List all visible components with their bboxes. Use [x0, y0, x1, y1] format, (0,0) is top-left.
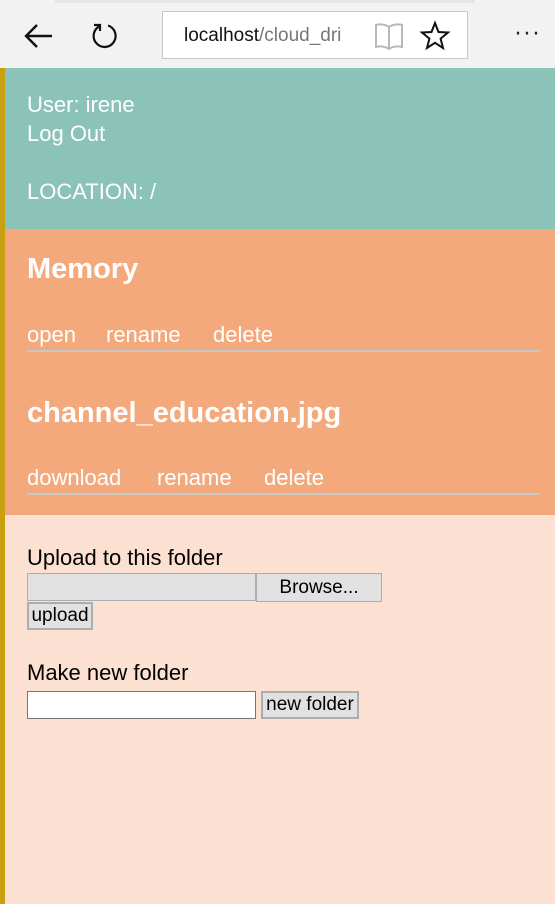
- rename-link[interactable]: rename: [157, 465, 232, 491]
- folder-name: Memory: [27, 253, 139, 285]
- upload-label: Upload to this folder: [27, 545, 223, 570]
- new-folder-label: Make new folder: [27, 660, 189, 685]
- back-arrow-icon: [24, 24, 52, 48]
- new-folder-button[interactable]: new folder: [261, 691, 359, 719]
- address-bar[interactable]: localhost/cloud_dri: [162, 11, 468, 59]
- more-menu-button[interactable]: ···: [505, 20, 551, 50]
- folder-tools: Upload to this folder Browse... upload M…: [5, 515, 555, 904]
- upload-button[interactable]: upload: [27, 602, 93, 630]
- file-actions: download rename delete: [27, 465, 540, 495]
- file-list: Memory channel_education.jpg open rename d…: [5, 229, 555, 515]
- download-link[interactable]: download: [27, 465, 121, 491]
- logout-link[interactable]: Log Out: [27, 121, 105, 147]
- rename-link[interactable]: rename: [106, 322, 181, 348]
- browse-button[interactable]: Browse...: [256, 573, 382, 602]
- back-button[interactable]: [16, 14, 60, 58]
- reading-view-icon[interactable]: [373, 21, 405, 51]
- delete-link[interactable]: delete: [213, 322, 273, 348]
- refresh-button[interactable]: [82, 14, 126, 58]
- url-text[interactable]: localhost/cloud_dri: [184, 24, 354, 48]
- new-folder-name-input[interactable]: [27, 691, 256, 719]
- delete-link[interactable]: delete: [264, 465, 324, 491]
- file-name: channel_education.jpg: [27, 397, 342, 429]
- page-content: User: irene Log Out LOCATION: / Memory c…: [5, 68, 555, 904]
- url-path: /cloud_dri: [259, 25, 342, 46]
- tab-strip: [55, 0, 475, 3]
- file-path-field[interactable]: [27, 573, 256, 601]
- refresh-icon: [92, 23, 117, 48]
- open-link[interactable]: open: [27, 322, 76, 348]
- folder-actions: open rename delete: [27, 322, 540, 352]
- browser-toolbar: localhost/cloud_dri ···: [0, 0, 555, 68]
- user-header: User: irene Log Out LOCATION: /: [5, 68, 555, 229]
- user-label: User: irene: [27, 92, 135, 117]
- url-host: localhost: [184, 25, 259, 46]
- location-label: LOCATION: /: [27, 179, 157, 204]
- favorite-star-icon[interactable]: [419, 20, 451, 52]
